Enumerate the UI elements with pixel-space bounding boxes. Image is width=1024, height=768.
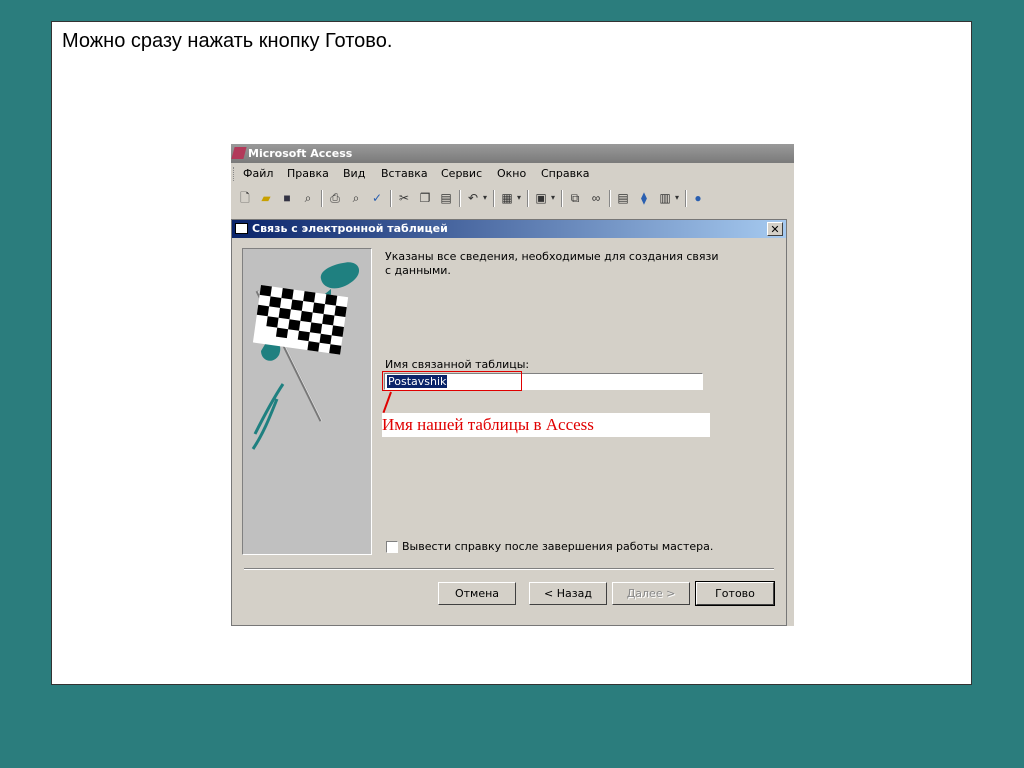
menu-insert[interactable]: Вставка bbox=[381, 167, 428, 180]
menu-view[interactable]: Вид bbox=[343, 167, 365, 180]
toolbar-separator bbox=[459, 190, 461, 207]
link-icon[interactable]: ∞ bbox=[588, 190, 604, 206]
relationships-icon[interactable]: ⧉ bbox=[567, 190, 583, 206]
toolbar: 🗋 ▰ ■ ⌕ ⎙ ⌕ ✓ ✂ ❐ ▤ ↶ ▾ ▦ ▾ ▣ ▾ ⧉ ∞ ▤ ⧫ … bbox=[231, 185, 794, 211]
new-icon[interactable]: 🗋 bbox=[237, 190, 253, 206]
annotation-text: Имя нашей таблицы в Access bbox=[382, 415, 594, 434]
open-icon[interactable]: ▰ bbox=[258, 190, 274, 206]
toolbar-separator bbox=[390, 190, 392, 207]
button-separator bbox=[244, 568, 774, 570]
print-icon[interactable]: ⎙ bbox=[327, 190, 343, 206]
dialog-icon bbox=[235, 223, 248, 234]
back-button[interactable]: < Назад bbox=[529, 582, 607, 605]
dialog-title: Связь с электронной таблицей bbox=[252, 222, 448, 235]
properties-icon[interactable]: ▤ bbox=[615, 190, 631, 206]
toolbar-separator bbox=[527, 190, 529, 207]
undo-icon[interactable]: ↶ bbox=[465, 190, 481, 206]
access-screenshot: Microsoft Access Файл Правка Вид Вставка… bbox=[231, 144, 794, 626]
toolbar-separator bbox=[561, 190, 563, 207]
toolbar-separator bbox=[609, 190, 611, 207]
wizard-info-text: Указаны все сведения, необходимые для со… bbox=[385, 250, 719, 277]
analyze-icon[interactable]: ▦ bbox=[499, 190, 515, 206]
chevron-down-icon[interactable]: ▾ bbox=[675, 190, 679, 206]
preview-icon[interactable]: ⌕ bbox=[348, 190, 364, 206]
help-icon[interactable]: ● bbox=[690, 190, 706, 206]
help-checkbox[interactable] bbox=[386, 541, 398, 553]
app-title: Microsoft Access bbox=[248, 147, 353, 160]
paste-icon[interactable]: ▤ bbox=[438, 190, 454, 206]
annotation-callout: Имя нашей таблицы в Access bbox=[382, 413, 710, 437]
callout-pointer bbox=[382, 391, 392, 414]
menu-file[interactable]: Файл bbox=[243, 167, 273, 180]
link-spreadsheet-dialog: Связь с электронной таблицей ✕ Указаны в… bbox=[231, 219, 787, 626]
highlight-box bbox=[382, 371, 522, 391]
menu-bar: Файл Правка Вид Вставка Сервис Окно Спра… bbox=[231, 163, 794, 185]
checkered-flag-image bbox=[242, 248, 372, 555]
table-name-label: Имя связанной таблицы: bbox=[385, 358, 530, 371]
office-links-icon[interactable]: ▣ bbox=[533, 190, 549, 206]
chevron-down-icon[interactable]: ▾ bbox=[483, 190, 487, 206]
menu-window[interactable]: Окно bbox=[497, 167, 526, 180]
slide-text: Можно сразу нажать кнопку Готово. bbox=[62, 30, 393, 52]
menu-edit[interactable]: Правка bbox=[287, 167, 329, 180]
relationship-icon[interactable]: ⧫ bbox=[636, 190, 652, 206]
next-button[interactable]: Далее > bbox=[612, 582, 690, 605]
toolbar-separator bbox=[493, 190, 495, 207]
app-titlebar: Microsoft Access bbox=[231, 144, 794, 163]
help-checkbox-label: Вывести справку после завершения работы … bbox=[402, 540, 714, 553]
dialog-titlebar: Связь с электронной таблицей ✕ bbox=[232, 220, 786, 238]
new-object-icon[interactable]: ▥ bbox=[657, 190, 673, 206]
copy-icon[interactable]: ❐ bbox=[417, 190, 433, 206]
finish-button[interactable]: Готово bbox=[695, 581, 775, 606]
toolbar-separator bbox=[685, 190, 687, 207]
menu-tools[interactable]: Сервис bbox=[441, 167, 482, 180]
chevron-down-icon[interactable]: ▾ bbox=[517, 190, 521, 206]
cancel-button[interactable]: Отмена bbox=[438, 582, 516, 605]
cut-icon[interactable]: ✂ bbox=[396, 190, 412, 206]
slide: Можно сразу нажать кнопку Готово. Micros… bbox=[51, 21, 972, 685]
chevron-down-icon[interactable]: ▾ bbox=[551, 190, 555, 206]
menu-help[interactable]: Справка bbox=[541, 167, 589, 180]
toolbar-separator bbox=[321, 190, 323, 207]
access-icon bbox=[231, 147, 247, 159]
save-icon[interactable]: ■ bbox=[279, 190, 295, 206]
search-icon[interactable]: ⌕ bbox=[300, 190, 316, 206]
close-button[interactable]: ✕ bbox=[767, 222, 783, 236]
spell-icon[interactable]: ✓ bbox=[369, 190, 385, 206]
checkered-flag-icon bbox=[251, 262, 360, 450]
menu-grip bbox=[233, 167, 236, 181]
